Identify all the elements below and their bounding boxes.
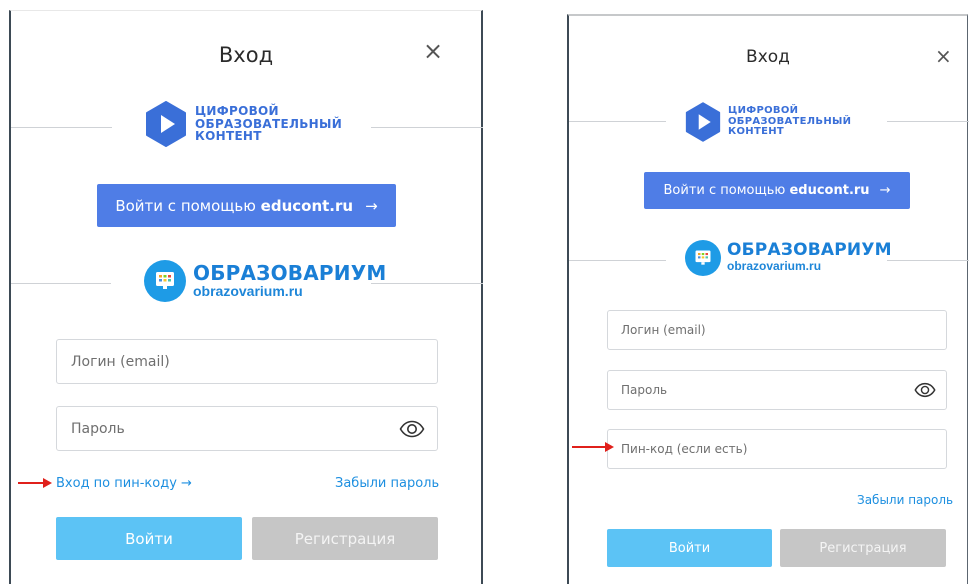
login-dialog-left: Вход × ЦИФРОВОЙ ОБРАЗОВАТЕЛЬНЫЙ КОНТЕНТ … bbox=[9, 10, 483, 584]
login-email-field[interactable] bbox=[56, 339, 438, 384]
cdc-hexagon-play-icon bbox=[146, 101, 186, 147]
divider-line bbox=[371, 127, 483, 128]
login-button[interactable]: Войти bbox=[607, 529, 772, 567]
cdc-logo-line3: КОНТЕНТ bbox=[195, 129, 262, 144]
divider-line bbox=[569, 260, 666, 261]
eye-icon[interactable] bbox=[399, 420, 425, 438]
divider-line bbox=[887, 121, 969, 122]
educont-login-button[interactable]: Войти с помощью educont.ru → bbox=[644, 172, 910, 209]
register-button[interactable]: Регистрация bbox=[252, 517, 438, 560]
cdc-logo: ЦИФРОВОЙ ОБРАЗОВАТЕЛЬНЫЙ КОНТЕНТ bbox=[685, 102, 851, 142]
red-annotation-arrow bbox=[18, 478, 52, 488]
password-input[interactable] bbox=[608, 371, 946, 409]
register-button[interactable]: Регистрация bbox=[780, 529, 946, 567]
educont-button-domain: educont.ru bbox=[789, 183, 870, 198]
pin-code-input[interactable] bbox=[608, 430, 946, 468]
cdc-logo-line3: КОНТЕНТ bbox=[728, 126, 784, 138]
arrow-right-icon: → bbox=[365, 196, 378, 215]
educont-login-button[interactable]: Войти с помощью educont.ru → bbox=[97, 184, 396, 227]
password-field[interactable] bbox=[607, 370, 947, 410]
forgot-password-link[interactable]: Забыли пароль bbox=[335, 476, 439, 491]
password-input[interactable] bbox=[57, 407, 437, 450]
cdc-hexagon-play-icon bbox=[685, 102, 721, 142]
login-button[interactable]: Войти bbox=[56, 517, 242, 560]
divider-line bbox=[11, 283, 111, 284]
login-email-input[interactable] bbox=[57, 340, 437, 383]
divider-line bbox=[11, 127, 112, 128]
educont-button-prefix: Войти с помощью bbox=[663, 183, 790, 198]
dialog-title: Вход bbox=[746, 47, 790, 67]
educont-button-prefix: Войти с помощью bbox=[115, 196, 261, 215]
obrazovarium-monitor-icon bbox=[695, 250, 711, 265]
obrazovarium-logo: ОБРАЗОВАРИУМ obrazovarium.ru bbox=[685, 240, 892, 276]
arrow-right-icon: → bbox=[879, 183, 891, 198]
red-annotation-arrow bbox=[572, 442, 614, 452]
cdc-logo: ЦИФРОВОЙ ОБРАЗОВАТЕЛЬНЫЙ КОНТЕНТ bbox=[145, 101, 342, 147]
forgot-password-link[interactable]: Забыли пароль bbox=[857, 493, 953, 507]
close-icon[interactable]: × bbox=[935, 46, 952, 66]
divider-line bbox=[887, 260, 969, 261]
obrazovarium-name: ОБРАЗОВАРИУМ bbox=[193, 260, 387, 285]
login-email-field[interactable] bbox=[607, 310, 947, 350]
obrazovarium-monitor-icon bbox=[156, 272, 174, 289]
password-field[interactable] bbox=[56, 406, 438, 451]
login-email-input[interactable] bbox=[608, 311, 946, 349]
pin-login-link[interactable]: Вход по пин-коду → bbox=[56, 476, 192, 491]
obrazovarium-name: ОБРАЗОВАРИУМ bbox=[727, 240, 892, 261]
obrazovarium-logo: ОБРАЗОВАРИУМ obrazovarium.ru bbox=[144, 260, 386, 302]
close-icon[interactable]: × bbox=[423, 39, 443, 63]
obrazovarium-site: obrazovarium.ru bbox=[193, 282, 303, 299]
cdc-logo-line1: ЦИФРОВОЙ bbox=[195, 104, 279, 119]
login-dialog-right: Вход × ЦИФРОВОЙ ОБРАЗОВАТЕЛЬНЫЙ КОНТЕНТ … bbox=[567, 14, 969, 584]
obrazovarium-site: obrazovarium.ru bbox=[727, 259, 822, 274]
divider-line bbox=[569, 121, 666, 122]
educont-button-domain: educont.ru bbox=[260, 196, 354, 215]
pin-code-field[interactable] bbox=[607, 429, 947, 469]
divider-line bbox=[371, 283, 483, 284]
eye-icon[interactable] bbox=[914, 382, 936, 398]
dialog-title: Вход bbox=[218, 43, 274, 67]
